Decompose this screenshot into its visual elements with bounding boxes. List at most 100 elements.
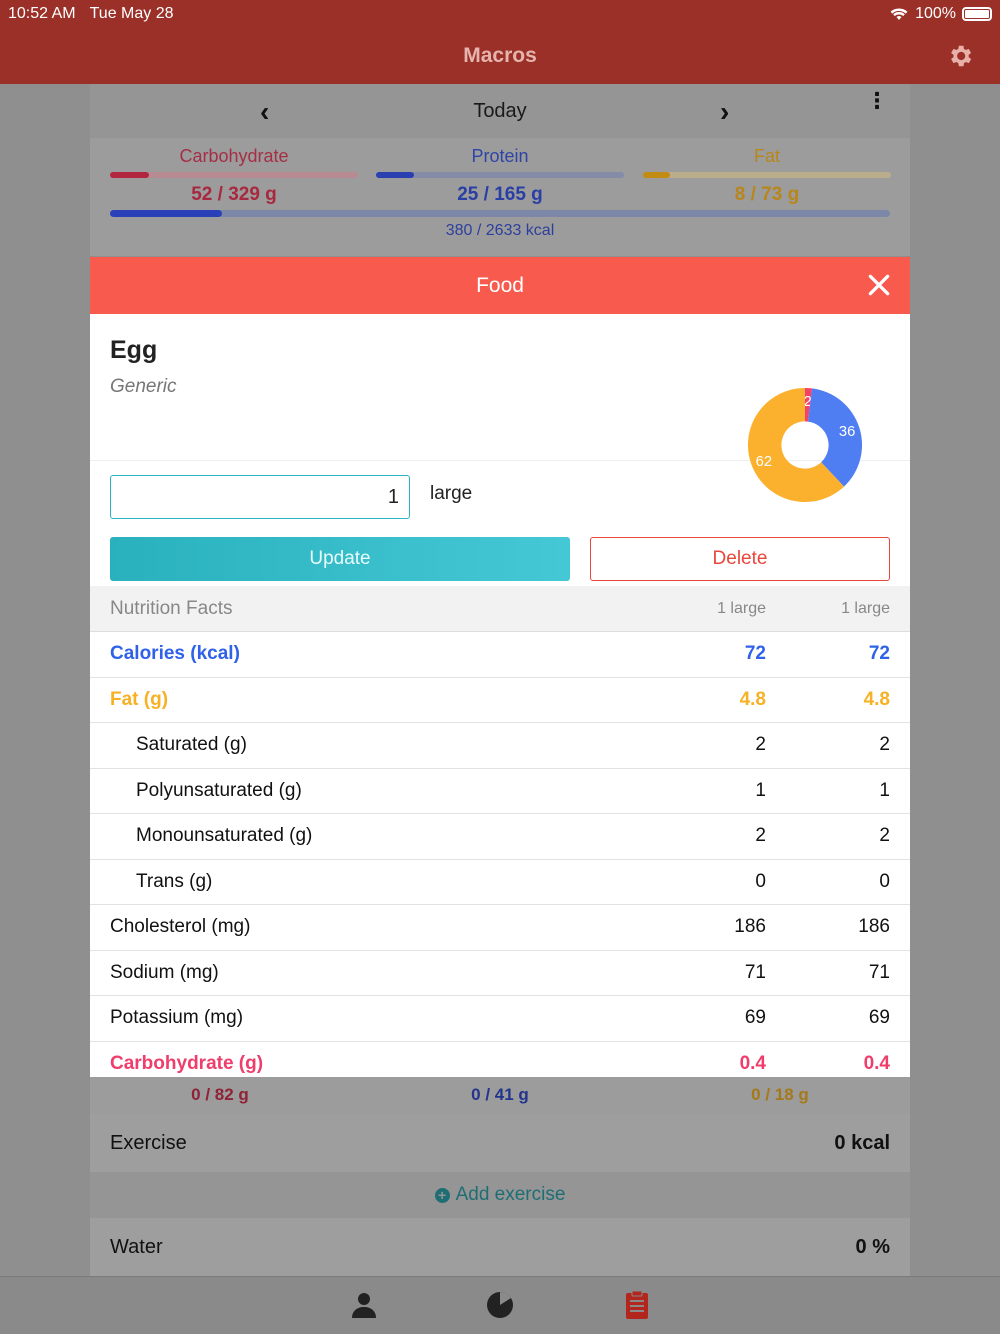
macro-fat-value: 8 / 73 g <box>734 184 800 205</box>
nutrient-value: 71 <box>868 961 890 983</box>
modal-title: Food <box>476 273 524 297</box>
macro-protein-value: 25 / 165 g <box>457 184 543 205</box>
nutrition-row: Calories (kcal) 72 72 <box>90 632 910 678</box>
macro-carb-fill <box>110 172 150 178</box>
nutrient-value: 69 <box>744 1007 766 1029</box>
nutrition-row: Carbohydrate (g) 0.4 0.4 <box>90 1042 910 1078</box>
nutrient-value: 186 <box>734 916 766 938</box>
date-navigator: ‹ Today › ⋮ <box>90 84 910 138</box>
nutrient-value: 72 <box>744 643 766 665</box>
nutrient-value: 4.8 <box>863 688 890 710</box>
status-right: 100% <box>889 5 992 23</box>
macro-fat-bar <box>643 172 891 178</box>
nutrient-value: 1 <box>879 779 890 801</box>
person-icon[interactable] <box>348 1289 380 1321</box>
nutrient-value: 0 <box>879 870 890 892</box>
modal-header: Food <box>90 257 910 314</box>
battery-text: 100% <box>915 5 956 22</box>
pie-chart-icon[interactable] <box>484 1289 516 1321</box>
app-header: Macros <box>0 28 1000 84</box>
nutrition-header: Nutrition Facts 1 large 1 large <box>90 586 910 632</box>
water-value: 0 % <box>855 1235 890 1258</box>
nutrient-value: 0 <box>755 870 766 892</box>
nutrient-name: Trans (g) <box>136 870 213 892</box>
meal-macro-summary: 0 / 82 g 0 / 41 g 0 / 18 g <box>90 1077 910 1114</box>
nutrition-row: Trans (g) 0 0 <box>90 860 910 905</box>
close-icon[interactable] <box>866 272 892 298</box>
macro-summary: Carbohydrate 52 / 329 g Protein 25 / 165… <box>90 138 910 256</box>
nutrition-row: Saturated (g) 2 2 <box>90 723 910 769</box>
meal-protein-value: 0 / 41 g <box>471 1085 529 1104</box>
wifi-icon <box>890 8 908 20</box>
quantity-input[interactable] <box>110 475 410 519</box>
macro-fat-label: Fat <box>753 146 780 166</box>
nutrient-name: Sodium (mg) <box>110 961 219 983</box>
nutrient-name: Carbohydrate (g) <box>110 1053 264 1075</box>
macro-carb-label: Carbohydrate <box>179 146 289 166</box>
app-title: Macros <box>463 44 537 67</box>
gear-icon[interactable] <box>946 42 974 70</box>
macro-carb-bar <box>110 172 358 178</box>
battery-icon <box>962 7 992 21</box>
nutrient-value: 186 <box>858 916 890 938</box>
plus-circle-icon: + <box>434 1187 450 1203</box>
chevron-right-icon[interactable]: › <box>720 96 729 128</box>
date-label[interactable]: Today <box>473 100 526 123</box>
nutrient-value: 71 <box>744 961 766 983</box>
exercise-label: Exercise <box>110 1131 187 1154</box>
water-row[interactable]: Water 0 % <box>90 1218 910 1276</box>
food-brand: Generic <box>110 376 177 397</box>
nutrient-name: Cholesterol (mg) <box>110 916 251 938</box>
food-info: Egg Generic 2 36 62 <box>90 314 910 503</box>
clipboard-icon[interactable] <box>621 1289 653 1321</box>
update-button[interactable]: Update <box>110 537 570 581</box>
more-vertical-icon[interactable]: ⋮ <box>866 90 888 112</box>
macro-protein-label: Protein <box>471 146 529 166</box>
status-bar: 10:52 AM Tue May 28 100% <box>0 0 1000 28</box>
nutrient-value: 2 <box>755 734 766 756</box>
nutrient-value: 4.8 <box>739 688 766 710</box>
macro-carb-value: 52 / 329 g <box>191 184 277 205</box>
nutrient-name: Polyunsaturated (g) <box>136 779 302 801</box>
nutrition-row: Monounsaturated (g) 2 2 <box>90 814 910 860</box>
nutrient-value: 2 <box>879 825 890 847</box>
macro-protein: Protein 25 / 165 g <box>376 146 624 206</box>
meal-carb-value: 0 / 82 g <box>191 1085 249 1104</box>
nutrient-name: Monounsaturated (g) <box>136 825 313 847</box>
nutrition-col1: 1 large <box>717 599 766 617</box>
nutrient-value: 2 <box>879 734 890 756</box>
nutrition-title: Nutrition Facts <box>110 597 233 619</box>
nutrition-row: Polyunsaturated (g) 1 1 <box>90 769 910 814</box>
nutrient-name: Fat (g) <box>110 688 169 710</box>
macro-fat-fill <box>643 172 671 178</box>
nutrition-row: Potassium (mg) 69 69 <box>90 996 910 1042</box>
nutrient-value: 72 <box>868 643 890 665</box>
food-modal: Food Egg Generic 23662 large Update Dele… <box>90 257 910 1077</box>
nutrition-row: Cholesterol (mg) 186 186 <box>90 905 910 951</box>
nutrient-name: Potassium (mg) <box>110 1007 244 1029</box>
macro-carb: Carbohydrate 52 / 329 g <box>110 146 358 206</box>
kcal-bar <box>110 210 890 217</box>
nutrient-value: 0.4 <box>739 1053 766 1075</box>
nutrient-name: Saturated (g) <box>136 734 247 756</box>
nutrient-value: 2 <box>755 825 766 847</box>
kcal-value: 380 / 2633 kcal <box>445 222 555 239</box>
add-exercise-label: Add exercise <box>455 1184 566 1205</box>
pie-slice-label: 36 <box>839 424 855 440</box>
macro-protein-fill <box>376 172 414 178</box>
nutrient-value: 1 <box>755 779 766 801</box>
delete-button[interactable]: Delete <box>590 537 890 581</box>
kcal-fill <box>110 210 223 217</box>
chevron-left-icon[interactable]: ‹ <box>260 96 269 128</box>
nutrient-name: Calories (kcal) <box>110 643 240 665</box>
meal-fat-value: 0 / 18 g <box>751 1085 809 1104</box>
nutrient-value: 0.4 <box>863 1053 890 1075</box>
status-date: Tue May 28 <box>89 5 174 22</box>
exercise-row[interactable]: Exercise 0 kcal <box>90 1114 910 1172</box>
status-time: 10:52 AM <box>8 5 76 22</box>
quantity-row: large Update Delete <box>90 461 910 586</box>
nutrition-row: Fat (g) 4.8 4.8 <box>90 678 910 723</box>
nutrition-row: Sodium (mg) 71 71 <box>90 951 910 996</box>
nutrition-col2: 1 large <box>841 599 890 617</box>
add-exercise-button[interactable]: + Add exercise <box>90 1172 910 1218</box>
